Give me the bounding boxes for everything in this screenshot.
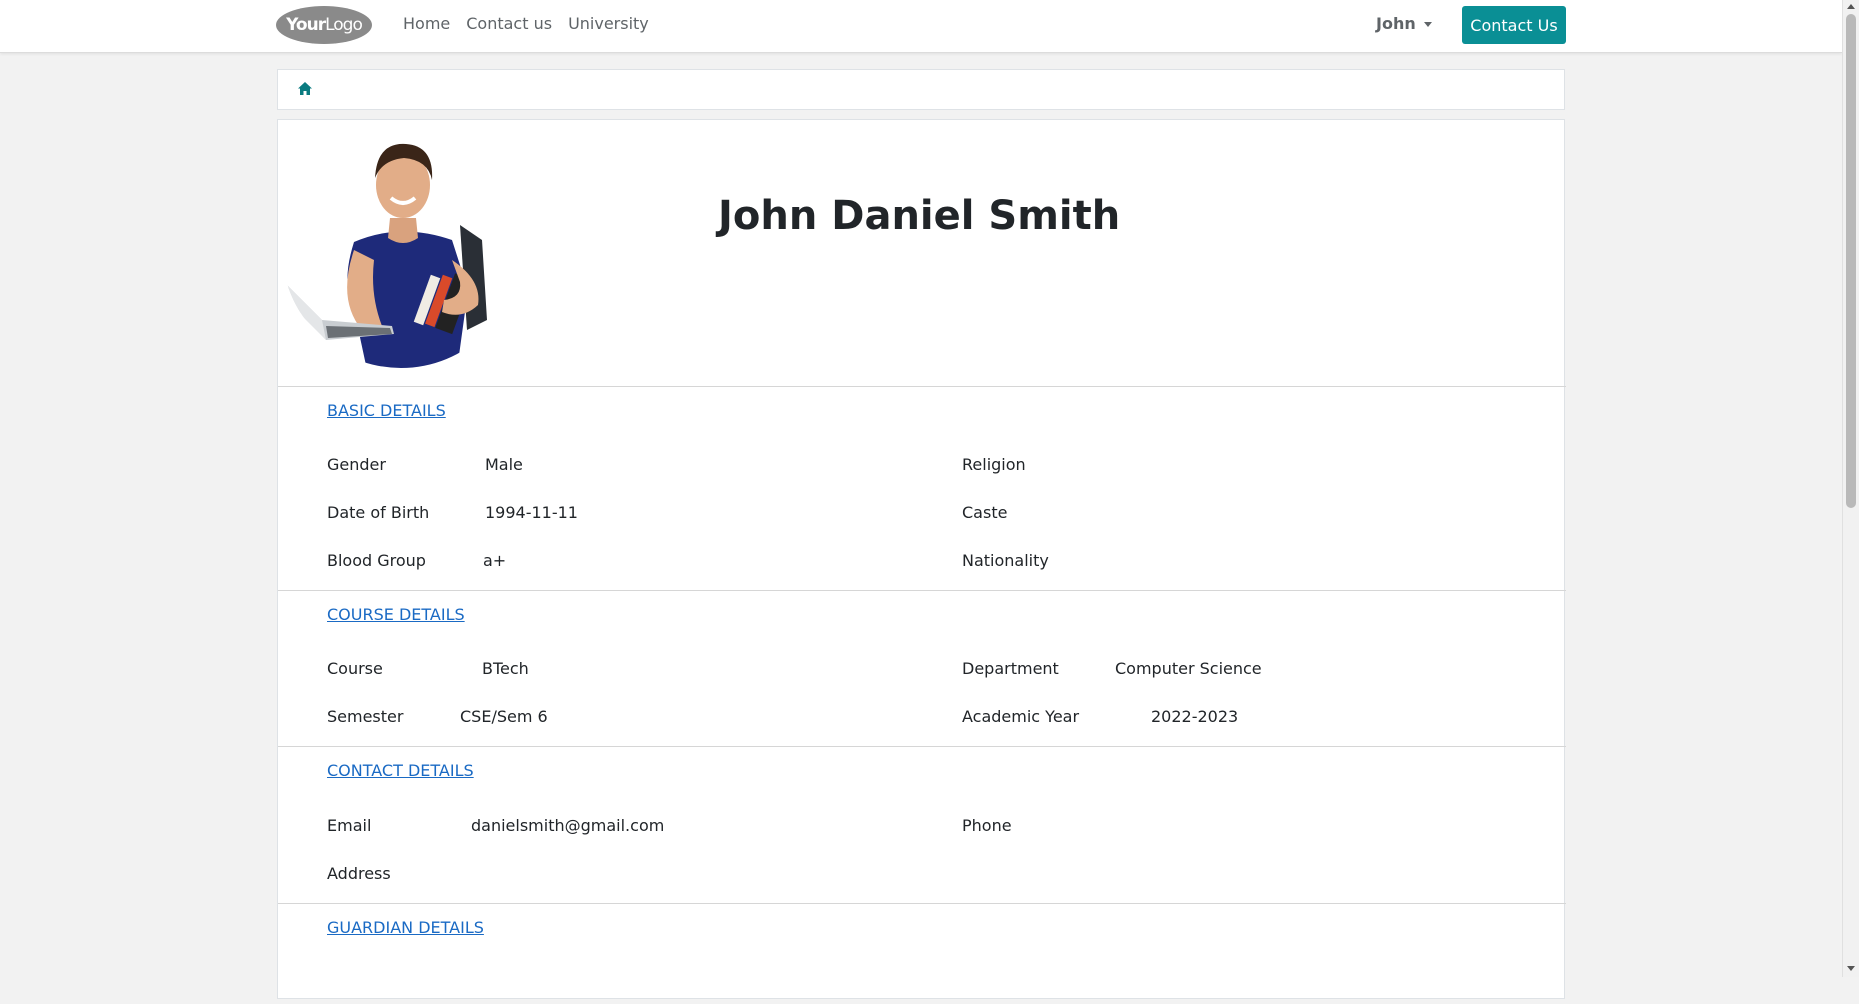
guardian-details-section: GUARDIAN DETAILS [278, 903, 1566, 1004]
nav-home-link[interactable]: Home [403, 14, 450, 33]
student-name-heading: John Daniel Smith [718, 193, 1121, 239]
blood-group-label: Blood Group [327, 551, 426, 570]
scrollbar-thumb[interactable] [1846, 14, 1856, 508]
logo-text-logo: Logo [325, 15, 363, 35]
main-nav: Home Contact us University [403, 14, 649, 33]
email-label: Email [327, 816, 372, 835]
semester-value: CSE/Sem 6 [460, 707, 548, 726]
contact-us-button[interactable]: Contact Us [1462, 6, 1566, 44]
academic-year-value: 2022-2023 [1151, 707, 1239, 726]
department-label: Department [962, 659, 1059, 678]
gender-value: Male [485, 455, 523, 474]
phone-label: Phone [962, 816, 1012, 835]
address-label: Address [327, 864, 391, 883]
logo-text-your: Your [286, 15, 326, 35]
basic-details-section: BASIC DETAILS Gender Male Date of Birth … [278, 386, 1566, 589]
top-navbar: YourLogo Home Contact us University John… [0, 0, 1842, 53]
academic-year-label: Academic Year [962, 707, 1080, 726]
guardian-details-title[interactable]: GUARDIAN DETAILS [327, 918, 484, 937]
basic-details-title[interactable]: BASIC DETAILS [327, 401, 446, 420]
contact-details-title[interactable]: CONTACT DETAILS [327, 761, 474, 780]
nationality-label: Nationality [962, 551, 1049, 570]
blood-group-value: a+ [483, 551, 507, 570]
dob-value: 1994-11-11 [485, 503, 578, 522]
student-profile-card: John Daniel Smith BASIC DETAILS Gender M… [277, 119, 1566, 999]
course-details-title[interactable]: COURSE DETAILS [327, 605, 465, 624]
department-value: Computer Science [1115, 659, 1262, 678]
breadcrumb [277, 69, 1565, 110]
scrollbar-down-arrow[interactable] [1847, 966, 1855, 971]
caste-label: Caste [962, 503, 1008, 522]
course-label: Course [327, 659, 383, 678]
nav-university-link[interactable]: University [568, 14, 649, 33]
course-value: BTech [482, 659, 529, 678]
course-details-section: COURSE DETAILS Course BTech Semester CSE… [278, 590, 1566, 747]
student-photo [282, 130, 520, 368]
company-logo[interactable]: YourLogo [276, 6, 372, 44]
semester-label: Semester [327, 707, 404, 726]
contact-details-section: CONTACT DETAILS Email danielsmith@gmail.… [278, 746, 1566, 904]
email-value: danielsmith@gmail.com [471, 816, 665, 835]
religion-label: Religion [962, 455, 1026, 474]
nav-contact-link[interactable]: Contact us [466, 14, 552, 33]
gender-label: Gender [327, 455, 386, 474]
user-dropdown[interactable]: John [1376, 14, 1432, 33]
caret-down-icon [1423, 22, 1432, 27]
scrollbar-up-arrow[interactable] [1847, 4, 1855, 9]
dob-label: Date of Birth [327, 503, 430, 522]
user-name: John [1376, 14, 1416, 33]
page-scrollbar[interactable] [1842, 0, 1859, 977]
home-icon[interactable] [297, 81, 313, 97]
